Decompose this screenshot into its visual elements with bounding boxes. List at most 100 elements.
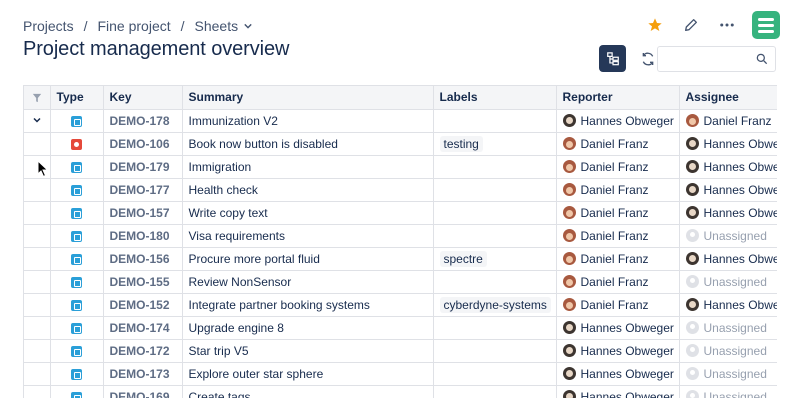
column-header-reporter[interactable]: Reporter: [556, 86, 680, 110]
row-control-cell[interactable]: [24, 178, 51, 202]
reporter-cell[interactable]: Daniel Franz: [556, 224, 680, 248]
table-row[interactable]: DEMO-152 Integrate partner booking system…: [24, 293, 777, 317]
assignee-cell[interactable]: Hannes Obweger: [679, 178, 777, 202]
column-header-labels[interactable]: Labels: [433, 86, 557, 110]
search-icon[interactable]: [755, 52, 769, 66]
labels-cell[interactable]: [433, 178, 557, 202]
issue-summary[interactable]: Immigration: [182, 155, 434, 179]
row-control-cell[interactable]: [24, 385, 51, 398]
expand-chevron-icon[interactable]: [32, 115, 42, 125]
type-cell[interactable]: [50, 178, 104, 202]
assignee-cell[interactable]: Hannes Obweger: [679, 247, 777, 271]
issue-key[interactable]: DEMO-177: [103, 178, 183, 202]
assignee-cell[interactable]: Hannes Obweger: [679, 155, 777, 179]
assignee-cell[interactable]: Hannes Obweger: [679, 293, 777, 317]
table-row[interactable]: DEMO-177 Health check Daniel Franz Hannes O…: [24, 178, 777, 202]
assignee-cell[interactable]: Hannes Obweger: [679, 132, 777, 156]
type-cell[interactable]: [50, 362, 104, 386]
type-cell[interactable]: [50, 201, 104, 225]
reporter-cell[interactable]: Daniel Franz: [556, 247, 680, 271]
reporter-cell[interactable]: Daniel Franz: [556, 293, 680, 317]
labels-cell[interactable]: [433, 201, 557, 225]
table-row[interactable]: DEMO-169 Create tags Hannes Obweger Unassig…: [24, 385, 777, 398]
type-cell[interactable]: [50, 109, 104, 133]
issue-summary[interactable]: Explore outer star sphere: [182, 362, 434, 386]
issue-key[interactable]: DEMO-179: [103, 155, 183, 179]
type-cell[interactable]: [50, 224, 104, 248]
label-chip[interactable]: spectre: [439, 250, 487, 267]
type-cell[interactable]: [50, 316, 104, 340]
type-cell[interactable]: [50, 155, 104, 179]
search-input[interactable]: [664, 47, 754, 71]
column-header-assignee[interactable]: Assignee: [679, 86, 777, 110]
issue-summary[interactable]: Health check: [182, 178, 434, 202]
table-row[interactable]: DEMO-173 Explore outer star sphere Hannes …: [24, 362, 777, 386]
issue-key[interactable]: DEMO-172: [103, 339, 183, 363]
filter-column-header[interactable]: [24, 86, 51, 110]
assignee-cell[interactable]: Hannes Obweger: [679, 201, 777, 225]
more-icon[interactable]: [716, 14, 738, 36]
breadcrumb-projects[interactable]: Projects: [23, 18, 74, 34]
star-icon[interactable]: [644, 14, 666, 36]
breadcrumb-fine-project[interactable]: Fine project: [97, 18, 170, 34]
labels-cell[interactable]: spectre: [433, 247, 557, 271]
assignee-cell[interactable]: Unassigned: [679, 224, 777, 248]
reporter-cell[interactable]: Daniel Franz: [556, 178, 680, 202]
labels-cell[interactable]: [433, 224, 557, 248]
column-header-key[interactable]: Key: [103, 86, 183, 110]
issue-key[interactable]: DEMO-156: [103, 247, 183, 271]
app-logo-icon[interactable]: [752, 11, 780, 39]
column-header-type[interactable]: Type: [50, 86, 104, 110]
labels-cell[interactable]: [433, 155, 557, 179]
labels-cell[interactable]: [433, 316, 557, 340]
chevron-down-icon[interactable]: [244, 22, 252, 30]
issue-key[interactable]: DEMO-169: [103, 385, 183, 398]
hierarchy-toggle-button[interactable]: [599, 45, 626, 72]
table-row[interactable]: DEMO-174 Upgrade engine 8 Hannes Obweger Un…: [24, 316, 777, 340]
table-row[interactable]: DEMO-179 Immigration Daniel Franz Hannes Ob…: [24, 155, 777, 179]
labels-cell[interactable]: [433, 362, 557, 386]
issue-summary[interactable]: Review NonSensor: [182, 270, 434, 294]
assignee-cell[interactable]: Unassigned: [679, 339, 777, 363]
type-cell[interactable]: [50, 247, 104, 271]
row-control-cell[interactable]: [24, 362, 51, 386]
reporter-cell[interactable]: Daniel Franz: [556, 201, 680, 225]
table-row[interactable]: DEMO-155 Review NonSensor Daniel Franz Unas…: [24, 270, 777, 294]
row-control-cell[interactable]: [24, 270, 51, 294]
reporter-cell[interactable]: Hannes Obweger: [556, 316, 680, 340]
labels-cell[interactable]: [433, 270, 557, 294]
edit-icon[interactable]: [680, 14, 702, 36]
issue-summary[interactable]: Visa requirements: [182, 224, 434, 248]
labels-cell[interactable]: [433, 385, 557, 398]
issue-key[interactable]: DEMO-178: [103, 109, 183, 133]
reporter-cell[interactable]: Daniel Franz: [556, 270, 680, 294]
table-row[interactable]: DEMO-157 Write copy text Daniel Franz Hanne…: [24, 201, 777, 225]
issue-summary[interactable]: Integrate partner booking systems: [182, 293, 434, 317]
reporter-cell[interactable]: Daniel Franz: [556, 132, 680, 156]
labels-cell[interactable]: [433, 109, 557, 133]
type-cell[interactable]: [50, 339, 104, 363]
reporter-cell[interactable]: Hannes Obweger: [556, 362, 680, 386]
labels-cell[interactable]: testing: [433, 132, 557, 156]
reporter-cell[interactable]: Hannes Obweger: [556, 339, 680, 363]
issue-summary[interactable]: Immunization V2: [182, 109, 434, 133]
type-cell[interactable]: [50, 385, 104, 398]
breadcrumb-sheets[interactable]: Sheets: [195, 18, 239, 34]
assignee-cell[interactable]: Unassigned: [679, 270, 777, 294]
type-cell[interactable]: [50, 132, 104, 156]
row-control-cell[interactable]: [24, 132, 51, 156]
reporter-cell[interactable]: Daniel Franz: [556, 155, 680, 179]
row-control-cell[interactable]: [24, 293, 51, 317]
row-control-cell[interactable]: [24, 224, 51, 248]
issue-key[interactable]: DEMO-152: [103, 293, 183, 317]
assignee-cell[interactable]: Unassigned: [679, 385, 777, 398]
issue-key[interactable]: DEMO-157: [103, 201, 183, 225]
issue-summary[interactable]: Write copy text: [182, 201, 434, 225]
issue-key[interactable]: DEMO-106: [103, 132, 183, 156]
table-row[interactable]: DEMO-106 Book now button is disabled testi…: [24, 132, 777, 156]
table-row[interactable]: DEMO-156 Procure more portal fluid spectre…: [24, 247, 777, 271]
reporter-cell[interactable]: Hannes Obweger: [556, 109, 680, 133]
issue-summary[interactable]: Star trip V5: [182, 339, 434, 363]
table-row[interactable]: DEMO-172 Star trip V5 Hannes Obweger Unassi…: [24, 339, 777, 363]
issue-key[interactable]: DEMO-155: [103, 270, 183, 294]
